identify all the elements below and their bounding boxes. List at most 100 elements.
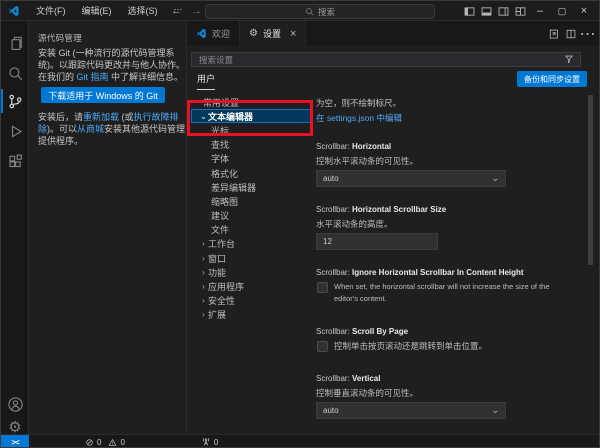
tree-item-12[interactable]: ›功能 bbox=[191, 265, 312, 279]
tree-item-label: 文件 bbox=[211, 223, 229, 236]
titlebar-search[interactable]: 搜索 bbox=[205, 4, 435, 19]
toggle-secondary-sidebar-icon[interactable] bbox=[495, 1, 512, 21]
setting-dropdown[interactable]: auto⌄ bbox=[316, 170, 506, 187]
setting-dropdown[interactable]: auto⌄ bbox=[316, 402, 506, 419]
rulers-description-tail: 为空，则不绘制标尺。 bbox=[316, 97, 401, 109]
tree-item-11[interactable]: ›窗口 bbox=[191, 251, 312, 265]
tree-item-label: 字体 bbox=[211, 152, 229, 165]
settings-content: 为空，则不绘制标尺。 在 settings.json 中编辑 Scrollbar… bbox=[316, 95, 591, 434]
status-bar: >< 0 0 0 bbox=[1, 434, 599, 448]
close-tab-icon[interactable]: × bbox=[290, 28, 296, 40]
setting-description: 控制单击按页滚动还是跳转到单击位置。 bbox=[334, 340, 487, 352]
tree-item-label: 安全性 bbox=[208, 294, 235, 307]
close-button[interactable]: × bbox=[573, 1, 595, 21]
tree-item-3[interactable]: 查找 bbox=[191, 138, 312, 152]
editor-actions: ⋯ bbox=[545, 21, 596, 46]
vscode-logo-icon bbox=[196, 28, 207, 39]
activitybar-run-debug[interactable] bbox=[1, 117, 29, 145]
menu-item-0[interactable]: 文件(F) bbox=[30, 2, 72, 19]
back-arrow-icon[interactable]: ← bbox=[171, 5, 182, 17]
checkbox[interactable] bbox=[317, 341, 328, 352]
problems-status[interactable]: 0 0 bbox=[85, 438, 125, 447]
customize-layout-icon[interactable] bbox=[512, 1, 529, 21]
tree-item-label: 工作台 bbox=[208, 237, 235, 250]
activitybar-extensions[interactable] bbox=[1, 147, 29, 175]
chevron-right-icon: › bbox=[199, 310, 208, 319]
menu-item-2[interactable]: 选择(S) bbox=[122, 2, 164, 19]
download-git-button[interactable]: 下载适用于 Windows 的 Git bbox=[41, 87, 165, 103]
titlebar-search-placeholder: 搜索 bbox=[318, 6, 335, 18]
tree-item-label: 窗口 bbox=[208, 252, 226, 265]
tab-welcome[interactable]: 欢迎 bbox=[187, 21, 240, 46]
tree-item-label: 查找 bbox=[211, 138, 229, 151]
titlebar-controls: –▢× bbox=[461, 1, 595, 21]
menu-item-1[interactable]: 编辑(E) bbox=[76, 2, 118, 19]
vscode-logo-icon bbox=[8, 5, 20, 17]
remote-indicator[interactable]: >< bbox=[1, 435, 29, 448]
git-after-line-2: 提供程序。 bbox=[38, 135, 83, 147]
setting-number-input[interactable] bbox=[316, 233, 438, 250]
sidebar-link[interactable]: Git 指南 bbox=[77, 72, 109, 82]
menu-bar: 文件(F)编辑(E)选择(S)⋯ bbox=[30, 2, 189, 19]
tree-item-label: 功能 bbox=[208, 266, 226, 279]
split-editor-icon[interactable] bbox=[562, 24, 579, 44]
tree-item-7[interactable]: 缩略图 bbox=[191, 194, 312, 208]
tab-label: 欢迎 bbox=[212, 27, 230, 40]
chevron-right-icon: › bbox=[199, 296, 208, 305]
git-intro-line-1: 统)。以跟踪代码更改并与他人协作。 bbox=[38, 59, 185, 71]
scope-tab-user[interactable]: 用户 bbox=[197, 72, 215, 90]
tree-item-13[interactable]: ›应用程序 bbox=[191, 279, 312, 293]
sidebar-link[interactable]: 从商城 bbox=[77, 124, 104, 134]
tree-item-4[interactable]: 字体 bbox=[191, 152, 312, 166]
setting-section-3: Scrollbar: Scroll By Page控制单击按页滚动还是跳转到单击… bbox=[316, 327, 578, 336]
activitybar-explorer[interactable] bbox=[1, 29, 29, 57]
backup-sync-settings-button[interactable]: 备份和同步设置 bbox=[517, 71, 587, 87]
tree-item-10[interactable]: ›工作台 bbox=[191, 237, 312, 251]
open-settings-json-icon[interactable] bbox=[545, 24, 562, 44]
maximize-button[interactable]: ▢ bbox=[551, 1, 573, 21]
setting-title: Scrollbar: Vertical bbox=[316, 374, 578, 383]
tree-item-label: 格式化 bbox=[211, 167, 238, 180]
git-after-line-0: 安装后，请重新加载 (或执行故障排 bbox=[38, 111, 179, 123]
ports-status[interactable]: 0 bbox=[201, 437, 218, 447]
filter-funnel-icon[interactable] bbox=[564, 54, 575, 65]
activitybar-search[interactable] bbox=[1, 59, 29, 87]
git-intro-line-2: 在我们的 Git 指南 中了解详细信息。 bbox=[38, 71, 183, 83]
setting-description: 控制水平滚动条的可见性。 bbox=[316, 155, 418, 167]
tree-item-6[interactable]: 差异编辑器 bbox=[191, 180, 312, 194]
tree-item-9[interactable]: 文件 bbox=[191, 223, 312, 237]
toggle-panel-icon[interactable] bbox=[478, 1, 495, 21]
git-after-line-1: 除)。可以从商城安装其他源代码管理 bbox=[38, 123, 185, 135]
sidebar-link[interactable]: 重新加载 bbox=[83, 112, 119, 122]
sidebar-link[interactable]: 执行故障排 bbox=[134, 112, 179, 122]
tab-settings[interactable]: ⚙设置× bbox=[240, 21, 306, 46]
setting-title: Scrollbar: Horizontal bbox=[316, 142, 578, 151]
checkbox[interactable] bbox=[317, 282, 328, 293]
chevron-right-icon: › bbox=[199, 254, 208, 263]
setting-description: 水平滚动条的高度。 bbox=[316, 218, 393, 230]
activity-bar: ⚙ bbox=[1, 21, 29, 434]
chevron-right-icon: › bbox=[199, 239, 208, 248]
tree-item-14[interactable]: ›安全性 bbox=[191, 294, 312, 308]
more-actions-icon[interactable]: ⋯ bbox=[579, 24, 596, 44]
tree-item-label: 缩略图 bbox=[211, 195, 238, 208]
toggle-sidebar-icon[interactable] bbox=[461, 1, 478, 21]
settings-search-input[interactable] bbox=[192, 55, 564, 65]
activitybar-source-control[interactable] bbox=[1, 87, 29, 115]
source-control-sidebar: 源代码管理 安装 Git (一种流行的源代码管理系统)。以跟踪代码更改并与他人协… bbox=[29, 21, 187, 434]
tab-label: 设置 bbox=[263, 27, 281, 40]
chevron-down-icon: ⌄ bbox=[491, 173, 499, 184]
forward-arrow-icon[interactable]: → bbox=[191, 5, 202, 17]
edit-in-settings-json-link[interactable]: 在 settings.json 中编辑 bbox=[316, 112, 402, 124]
minimize-button[interactable]: – bbox=[529, 1, 551, 21]
scrollbar-thumb[interactable] bbox=[588, 95, 593, 265]
sidebar-link[interactable]: 除 bbox=[38, 124, 47, 134]
tree-item-15[interactable]: ›扩展 bbox=[191, 308, 312, 322]
error-count: 0 bbox=[97, 438, 101, 447]
setting-title: Scrollbar: Ignore Horizontal Scrollbar I… bbox=[316, 268, 578, 277]
warning-count: 0 bbox=[120, 438, 124, 447]
tree-item-8[interactable]: 建议 bbox=[191, 209, 312, 223]
search-icon bbox=[305, 7, 314, 16]
tree-item-label: 应用程序 bbox=[208, 280, 244, 293]
tree-item-5[interactable]: 格式化 bbox=[191, 166, 312, 180]
